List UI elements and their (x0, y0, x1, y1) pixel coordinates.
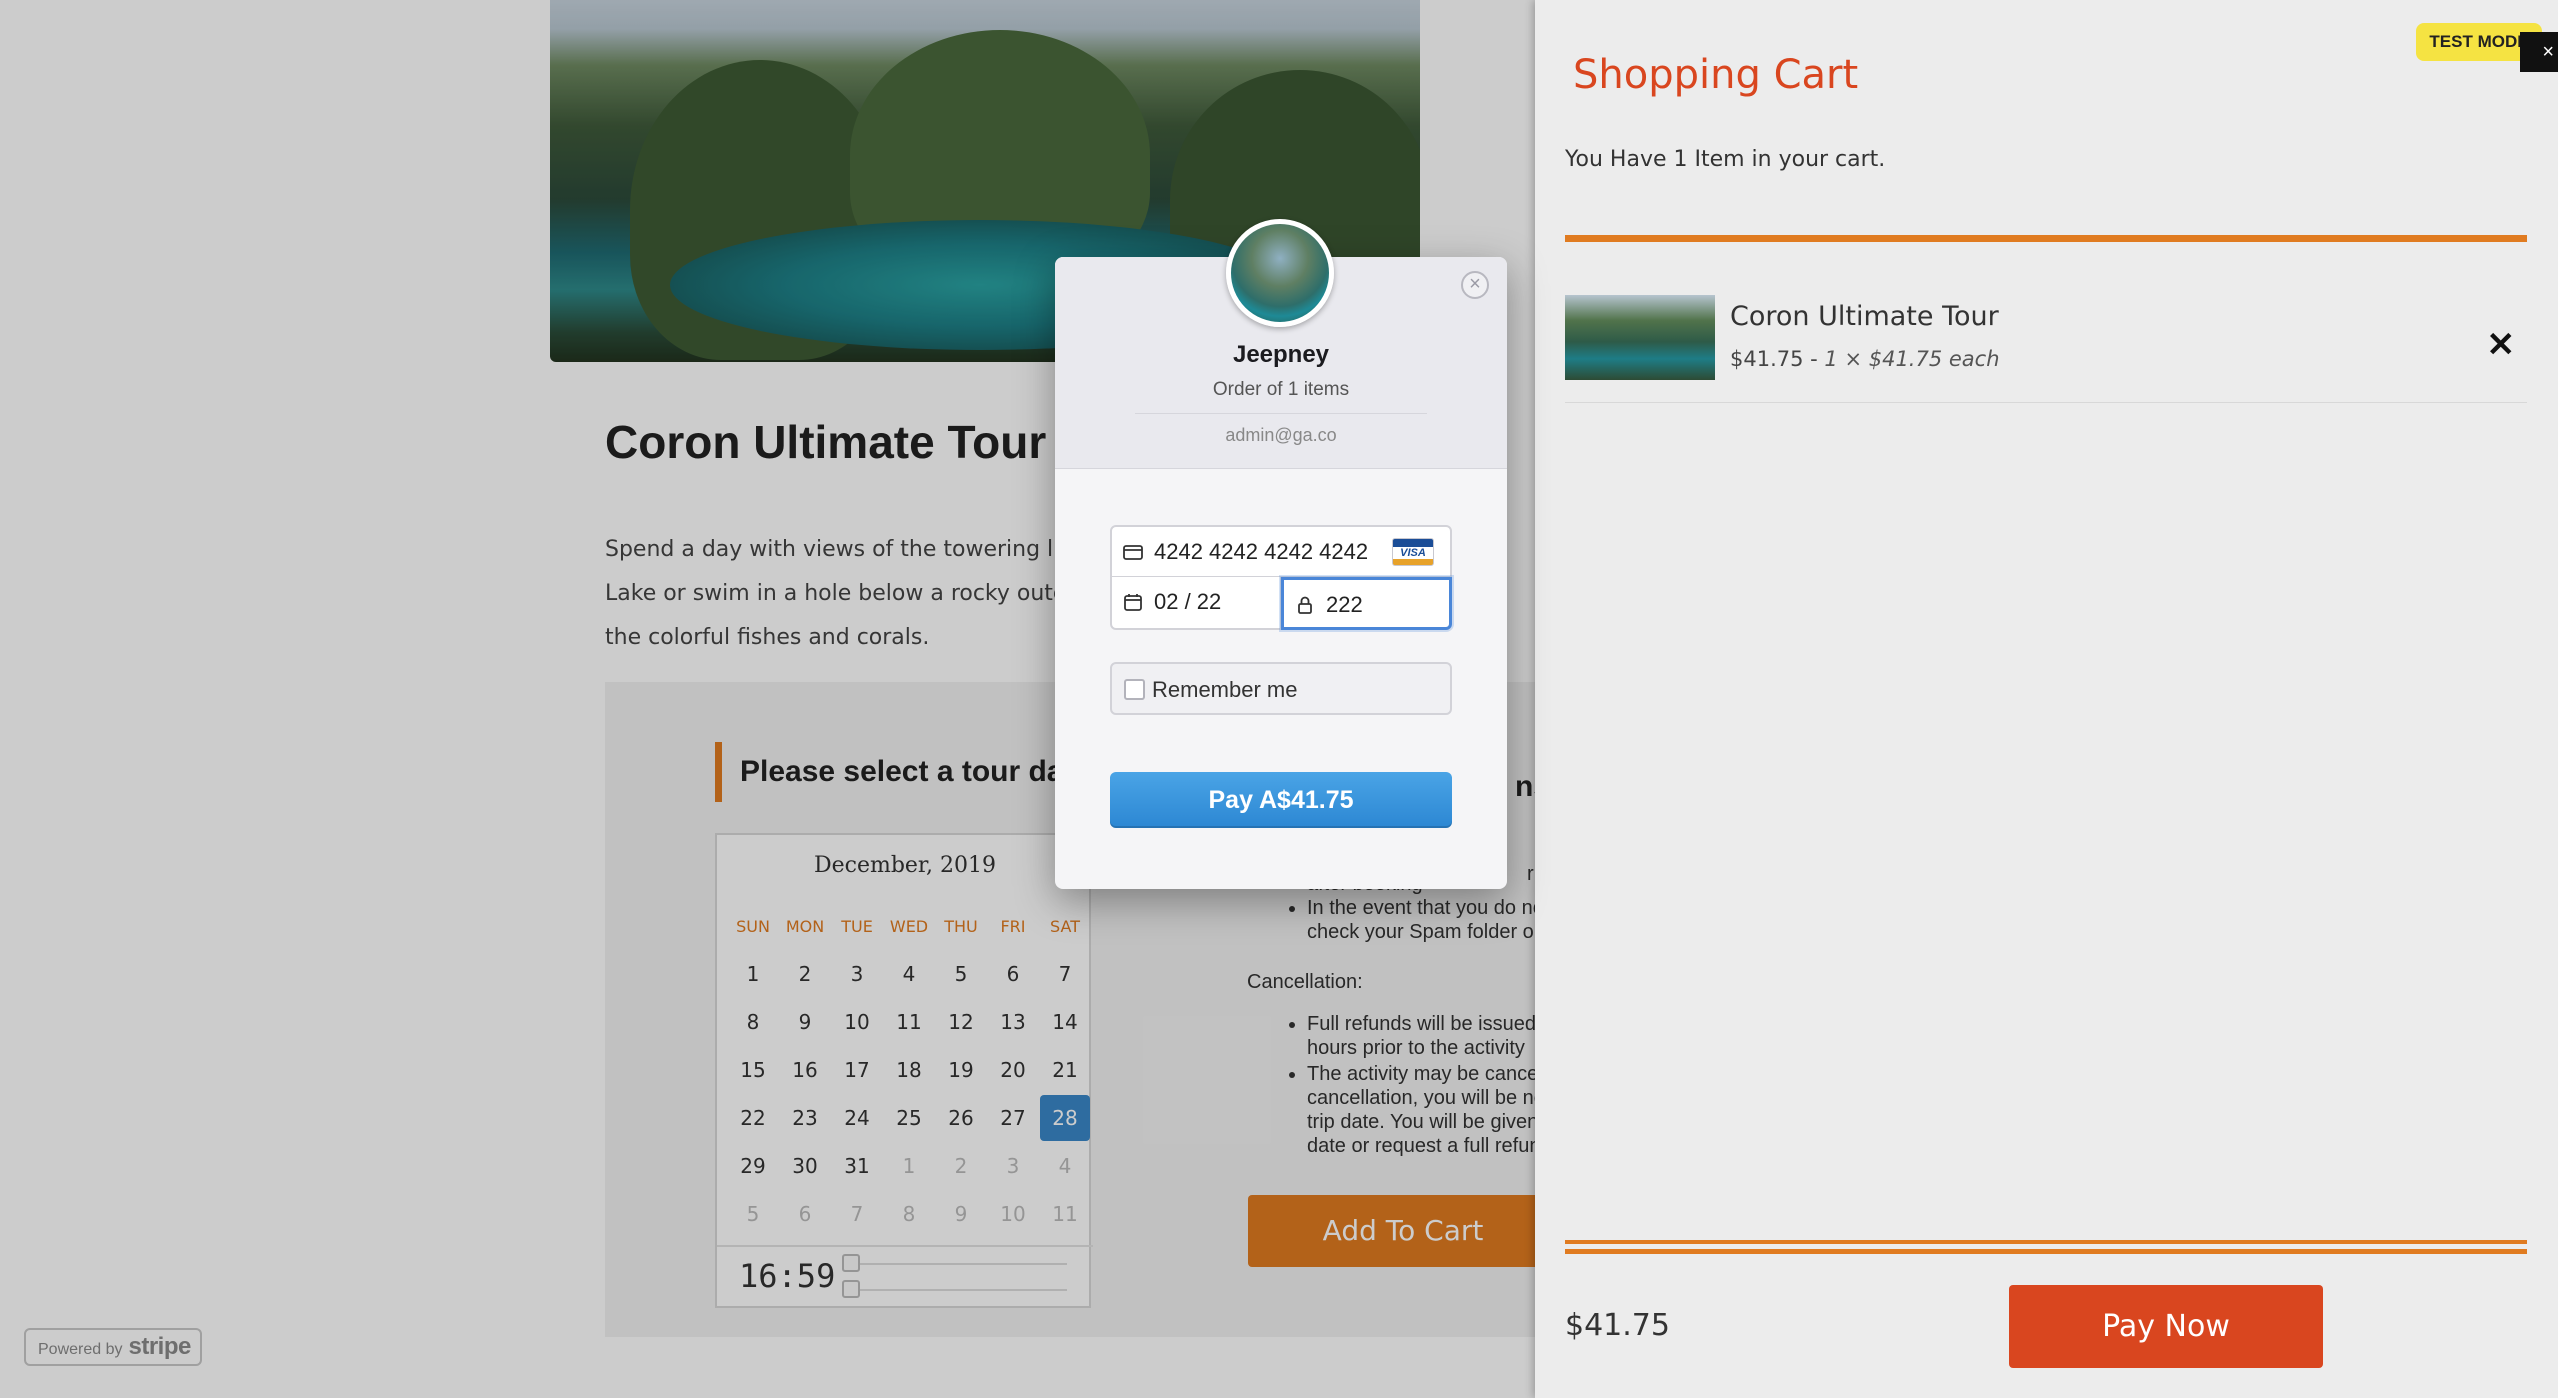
pay-button[interactable]: Pay A$41.75 (1110, 772, 1452, 828)
remove-item-icon[interactable]: ✕ (2487, 325, 2516, 365)
stripe-checkout-modal: × Jeepney Order of 1 items admin@ga.co 4… (1055, 219, 1507, 889)
order-summary: Order of 1 items (1212, 379, 1350, 400)
expiry-field[interactable]: 02 / 22 (1110, 577, 1282, 630)
close-cart-icon[interactable]: × (2520, 32, 2558, 72)
cvc-field[interactable]: 222 (1281, 577, 1452, 630)
calendar-icon (1124, 594, 1142, 611)
cart-item-name: Coron Ultimate Tour (1730, 301, 1999, 332)
customer-email[interactable]: admin@ga.co (1055, 425, 1507, 446)
cart-divider-bottom (1565, 1240, 2527, 1254)
remember-me-checkbox[interactable] (1124, 679, 1145, 700)
cart-item-thumbnail (1565, 295, 1715, 380)
cvc-value: 222 (1326, 592, 1363, 617)
cart-line-item: Coron Ultimate Tour $41.75 - 1 × $41.75 … (1565, 295, 2527, 403)
lock-icon (1298, 596, 1312, 614)
card-number-value: 4242 4242 4242 4242 (1154, 539, 1369, 564)
credit-card-icon (1123, 545, 1143, 560)
checkout-header: × Jeepney Order of 1 items admin@ga.co (1055, 219, 1507, 469)
cart-title: Shopping Cart (1573, 52, 1859, 98)
cart-divider-top (1565, 235, 2527, 242)
remember-me-label: Remember me (1152, 677, 1298, 702)
cart-item-count: You Have 1 Item in your cart. (1565, 147, 1886, 172)
pay-now-button[interactable]: Pay Now (2009, 1285, 2323, 1368)
cart-item-price: $41.75 - 1 × $41.75 each (1730, 347, 2000, 371)
close-checkout-icon[interactable]: × (1461, 271, 1489, 299)
merchant-avatar (1226, 219, 1334, 327)
merchant-name: Jeepney (1232, 341, 1330, 368)
shopping-cart-panel: Shopping Cart You Have 1 Item in your ca… (1535, 0, 2558, 1398)
visa-card-icon: VISA (1392, 538, 1434, 566)
card-number-field[interactable]: 4242 4242 4242 4242 VISA (1110, 525, 1452, 578)
expiry-value: 02 / 22 (1154, 589, 1222, 614)
remember-me-row[interactable]: Remember me (1110, 662, 1452, 715)
cart-total: $41.75 (1565, 1308, 1670, 1343)
